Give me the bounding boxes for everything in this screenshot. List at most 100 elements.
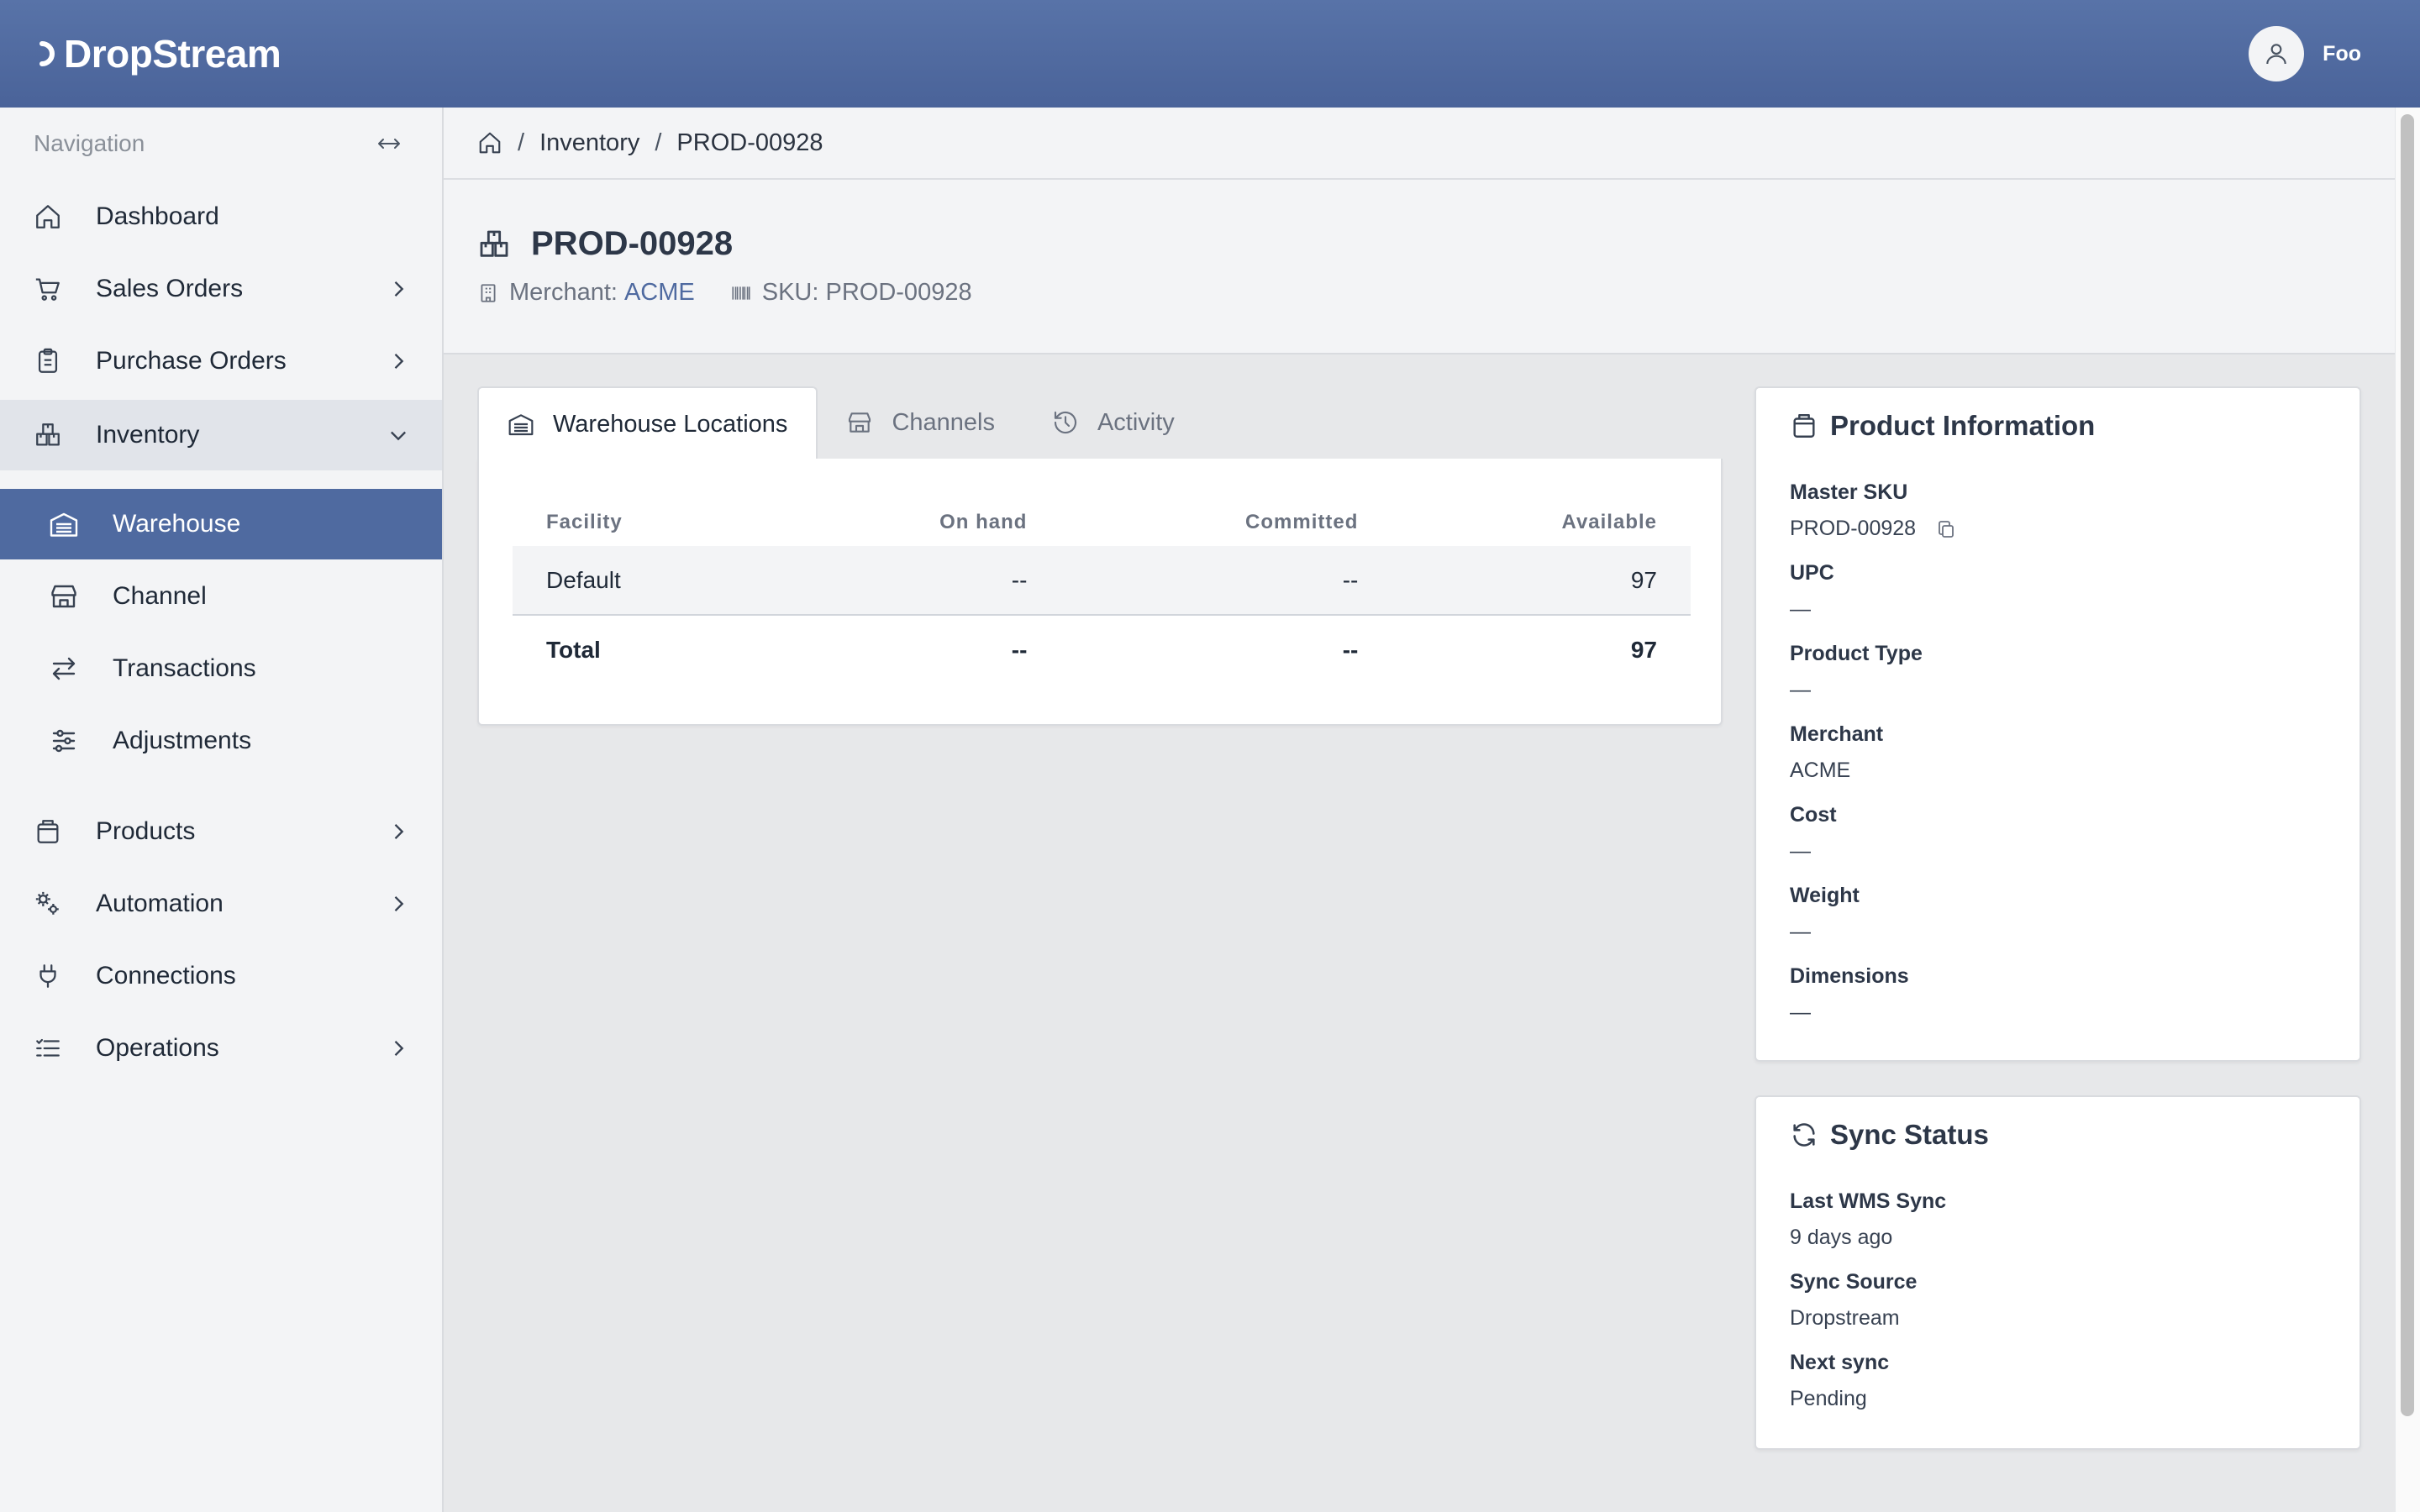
sidebar-subitem-label: Transactions — [113, 654, 256, 682]
field-value: — — [1790, 678, 1811, 701]
collapse-toggle-icon[interactable] — [376, 135, 402, 152]
field-label: Last WMS Sync — [1790, 1189, 1947, 1213]
arrows-icon — [52, 657, 76, 680]
sliders-icon — [52, 729, 76, 753]
building-icon — [481, 283, 496, 302]
field-value: 9 days ago — [1790, 1226, 1893, 1249]
field-value: — — [1790, 597, 1811, 621]
sidebar-subitem-label: Warehouse — [113, 510, 241, 538]
nav-header: Navigation — [0, 108, 442, 180]
field-label: Sync Source — [1790, 1270, 1918, 1294]
sidebar-item-purchase-orders[interactable]: Purchase Orders — [0, 326, 442, 396]
field-value: PROD-00928 — [1790, 517, 1956, 541]
cell-committed: -- — [1060, 546, 1392, 616]
plug-icon — [39, 964, 56, 988]
sidebar-item-dashboard[interactable]: Dashboard — [0, 181, 442, 252]
field-weight: Weight — — [1790, 884, 1860, 944]
sidebar-item-connections[interactable]: Connections — [0, 941, 442, 1011]
breadcrumb: / Inventory / PROD-00928 — [444, 108, 2395, 180]
field-label: Next sync — [1790, 1351, 1890, 1374]
card-title: Product Information — [1790, 410, 2095, 442]
field-product-type: Product Type — — [1790, 642, 1923, 702]
field-label: Master SKU — [1790, 480, 1908, 504]
sidebar-item-inventory[interactable]: Inventory — [0, 400, 442, 470]
field-label: UPC — [1790, 561, 1834, 585]
field-value: Dropstream — [1790, 1306, 1900, 1330]
boxes-icon — [480, 230, 508, 257]
cell-total-on-hand: -- — [1011, 636, 1028, 663]
sidebar-item-automation[interactable]: Automation — [0, 869, 442, 939]
chevron-right-icon — [394, 896, 404, 911]
column-header-available[interactable]: Available — [1392, 499, 1691, 546]
column-header-facility[interactable]: Facility — [513, 499, 776, 546]
user-menu[interactable]: Foo — [2249, 26, 2361, 81]
sidebar-item-operations[interactable]: Operations — [0, 1013, 442, 1084]
sidebar-item-sales-orders[interactable]: Sales Orders — [0, 254, 442, 324]
sidebar-item-label: Purchase Orders — [96, 347, 287, 375]
chevron-right-icon — [394, 824, 404, 839]
nav-title: Navigation — [34, 130, 145, 156]
sidebar-subitem-transactions[interactable]: Transactions — [0, 633, 442, 704]
scrollbar-thumb[interactable] — [2401, 114, 2414, 1416]
package-icon — [37, 820, 59, 843]
sidebar-subitem-label: Channel — [113, 582, 207, 610]
breadcrumb-link-inventory[interactable]: Inventory — [539, 129, 639, 157]
avatar[interactable] — [2249, 26, 2305, 81]
title-row: PROD-00928 — [477, 225, 733, 263]
tab-bar: Warehouse Locations Channels Activity — [477, 386, 1723, 460]
table-row[interactable]: Default -- -- 97 — [513, 546, 1691, 616]
chevron-down-icon — [391, 431, 406, 441]
merchant-label: Merchant: — [509, 279, 618, 306]
sidebar-item-label: Products — [96, 817, 196, 845]
cogs-icon — [35, 891, 59, 915]
logo-text: DropStream — [64, 32, 281, 76]
sidebar-subitem-warehouse[interactable]: Warehouse — [0, 489, 442, 559]
copy-icon[interactable] — [1936, 519, 1956, 539]
top-bar: DropStream Foo — [0, 0, 2420, 108]
tab-warehouse-locations[interactable]: Warehouse Locations — [477, 386, 818, 460]
logo[interactable]: DropStream — [34, 31, 281, 76]
card-title: Sync Status — [1790, 1119, 1989, 1151]
sync-status-card: Sync Status Last WMS Sync 9 days ago Syn… — [1754, 1095, 2361, 1450]
sidebar-item-products[interactable]: Products — [0, 796, 442, 867]
list-icon — [36, 1038, 60, 1057]
field-master-sku: Master SKU PROD-00928 — [1790, 480, 1956, 541]
tab-activity[interactable]: Activity — [1023, 386, 1203, 459]
refresh-icon — [1793, 1123, 1815, 1147]
chevron-right-icon — [394, 1041, 404, 1056]
sidebar-item-label: Sales Orders — [96, 275, 244, 302]
cell-total-committed: -- — [1342, 636, 1359, 663]
field-value: ACME — [1790, 759, 1851, 782]
home-icon[interactable] — [477, 130, 502, 155]
field-merchant: Merchant ACME — [1790, 722, 1883, 783]
tab-channels[interactable]: Channels — [818, 386, 1023, 459]
sidebar-subitem-channel[interactable]: Channel — [0, 561, 442, 632]
warehouse-locations-panel: Facility On hand Committed Available Def… — [477, 459, 1723, 726]
field-cost: Cost — — [1790, 803, 1837, 864]
cell-facility: Default — [513, 546, 776, 616]
sidebar-item-label: Operations — [96, 1034, 219, 1062]
field-sync-source: Sync Source Dropstream — [1790, 1270, 1917, 1331]
cell-on-hand: -- — [776, 546, 1061, 616]
field-label: Dimensions — [1790, 964, 1909, 988]
meta-row: Merchant: ACME SKU: PROD-00928 — [477, 279, 972, 307]
field-value: Pending — [1790, 1387, 1867, 1410]
sidebar-item-label: Automation — [96, 890, 224, 917]
sidebar-subitem-adjustments[interactable]: Adjustments — [0, 706, 442, 776]
user-icon — [2266, 44, 2286, 65]
cell-available: 97 — [1392, 546, 1691, 616]
column-header-committed[interactable]: Committed — [1060, 499, 1392, 546]
column-header-on-hand[interactable]: On hand — [776, 499, 1061, 546]
breadcrumb-current: PROD-00928 — [676, 129, 823, 156]
cart-icon — [35, 278, 60, 301]
tab-label: Warehouse Locations — [553, 410, 788, 438]
history-icon — [1054, 411, 1077, 434]
inventory-table: Facility On hand Committed Available Def… — [513, 499, 1691, 684]
card-title-text: Product Information — [1830, 410, 2096, 441]
field-label: Weight — [1790, 884, 1860, 907]
merchant-link[interactable]: ACME — [624, 279, 695, 307]
field-label: Merchant — [1790, 722, 1884, 746]
field-label: Product Type — [1790, 642, 1923, 665]
page-title: PROD-00928 — [531, 225, 734, 262]
boxes-icon — [36, 423, 60, 446]
